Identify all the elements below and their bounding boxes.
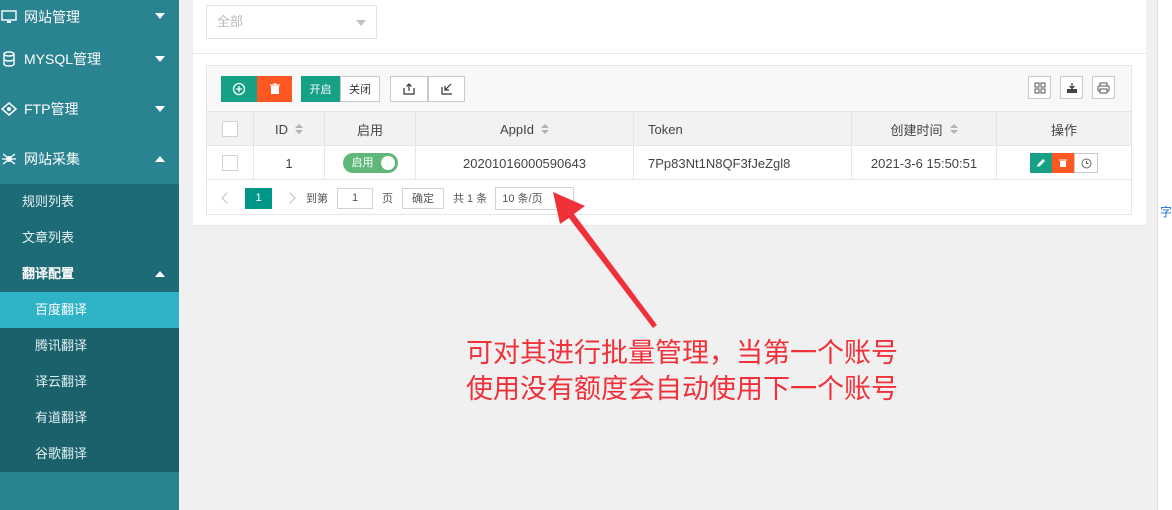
annotation-arrow [553,192,657,328]
annotation-line-1: 可对其进行批量管理，当第一个账号 [466,338,898,369]
annotation-line-2: 使用没有额度会自动使用下一个账号 [466,374,898,405]
annotation-text: 可对其进行批量管理，当第一个账号 使用没有额度会自动使用下一个账号 [466,336,898,408]
